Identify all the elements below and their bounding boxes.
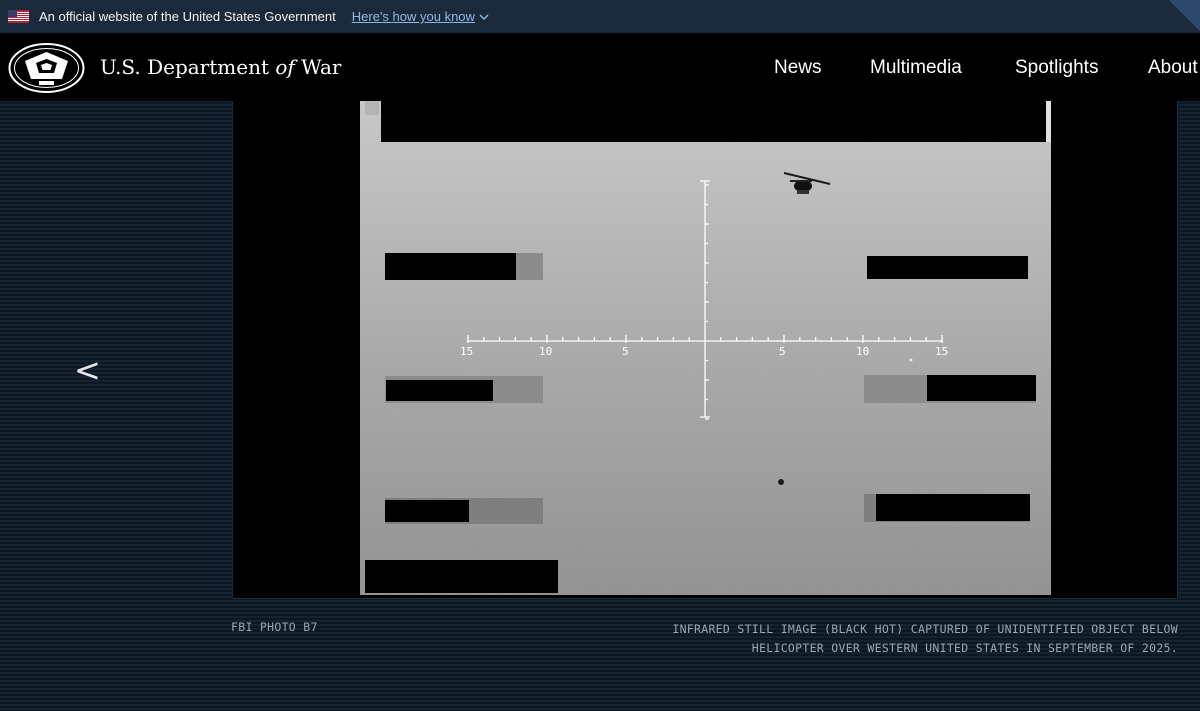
scale-label-left-10: 10 (539, 345, 552, 358)
gov-banner-text: An official website of the United States… (39, 9, 336, 24)
chevron-down-icon (479, 14, 489, 20)
redaction-right-1 (867, 256, 1028, 279)
scale-label-left-15: 15 (460, 345, 473, 358)
redaction-left-3 (385, 500, 469, 522)
redaction-left-1 (385, 253, 516, 280)
site-header: U.S. Department of War News Multimedia S… (0, 33, 1200, 101)
redaction-right-2 (927, 375, 1036, 401)
heres-how-you-know-link[interactable]: Here's how you know (352, 9, 489, 24)
redaction-bottom-left (365, 560, 558, 593)
banner-corner-decoration (1170, 0, 1200, 33)
nav-spotlights[interactable]: Spotlights (1015, 57, 1098, 79)
scale-label-right-5: 5 (779, 345, 786, 358)
scale-label-left-5: 5 (622, 345, 629, 358)
unidentified-object (778, 479, 784, 485)
gallery-prev-button[interactable]: < (74, 350, 104, 390)
scale-label-right-10: 10 (856, 345, 869, 358)
infrared-still-image: 15 10 5 5 10 15 (360, 101, 1051, 595)
gov-banner: An official website of the United States… (0, 0, 1200, 33)
photo-caption: INFRARED STILL IMAGE (BLACK HOT) CAPTURE… (672, 622, 1178, 655)
heres-how-you-know-label: Here's how you know (351, 9, 475, 24)
nav-about[interactable]: About (1148, 57, 1198, 79)
nav-news[interactable]: News (774, 57, 822, 79)
gallery-photo-frame: 15 10 5 5 10 15 (232, 101, 1178, 599)
scale-label-right-15: 15 (935, 345, 948, 358)
us-flag-icon (8, 10, 29, 23)
redaction-left-2 (386, 380, 493, 401)
redaction-top (381, 101, 1046, 142)
nav-multimedia[interactable]: Multimedia (870, 57, 962, 79)
main-nav: News Multimedia Spotlights About (0, 57, 1200, 81)
photo-credit: FBI PHOTO B7 (231, 620, 318, 634)
redaction-right-3 (876, 494, 1030, 521)
